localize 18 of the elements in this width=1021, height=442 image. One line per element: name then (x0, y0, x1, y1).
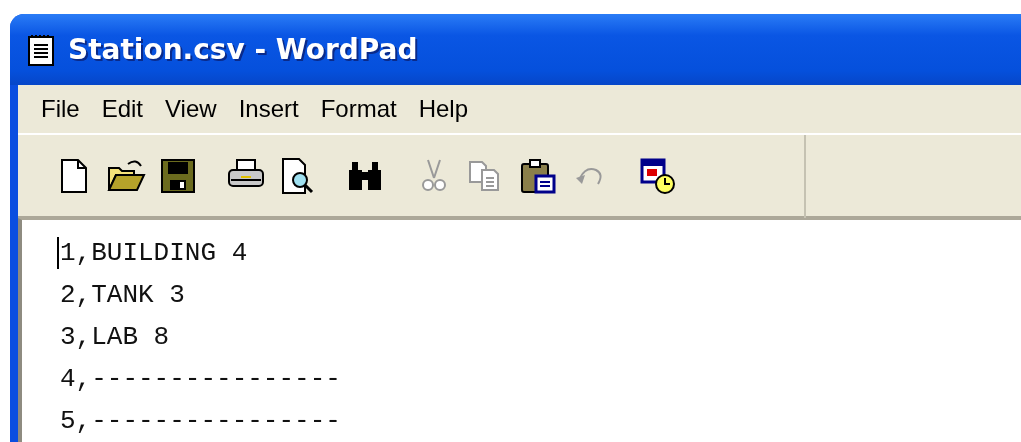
clipboard-icon (518, 156, 558, 197)
calendar-clock-icon (638, 156, 678, 197)
menu-item[interactable]: Edit (90, 91, 155, 128)
menu-item[interactable]: View (154, 91, 228, 128)
menu-item[interactable]: Insert (227, 91, 310, 128)
menu-item[interactable]: Help (407, 91, 480, 128)
calendar-clock-button[interactable] (638, 156, 678, 197)
text-line: 1,BUILDING 4 (60, 237, 248, 270)
notepad-icon (28, 33, 54, 66)
clipboard-button[interactable] (518, 156, 558, 197)
menu-item[interactable]: Format (309, 91, 408, 128)
window-title: Station.csv - WordPad (68, 31, 418, 68)
text-line: 5,---------------- (60, 405, 341, 438)
text-line: 2,TANK 3 (60, 279, 185, 312)
text-line: 4,---------------- (60, 363, 341, 396)
text-caret (57, 237, 59, 269)
menu-item[interactable]: File (30, 91, 91, 128)
text-line: 3,LAB 8 (60, 321, 170, 354)
